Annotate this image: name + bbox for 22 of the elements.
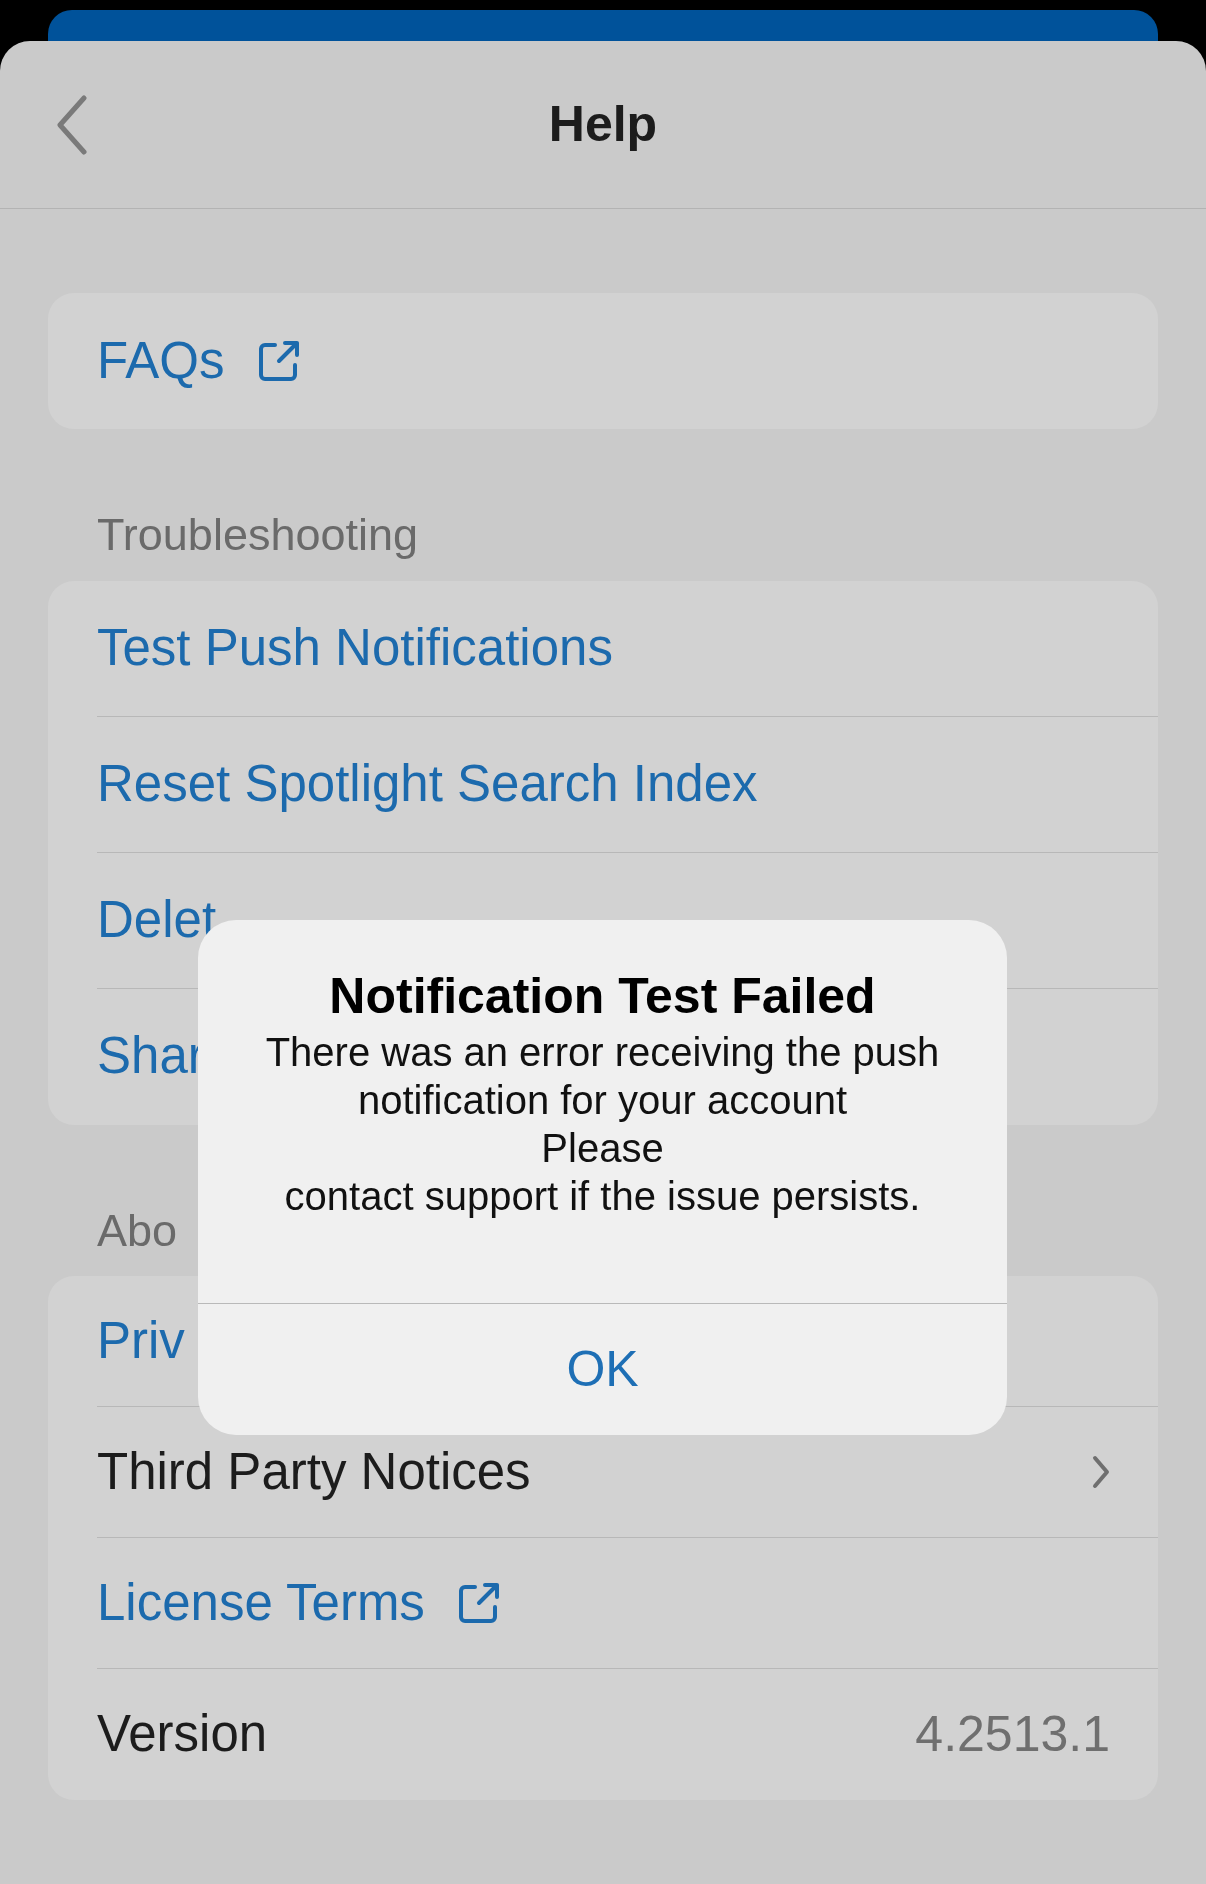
link-label: FAQs (97, 330, 225, 391)
external-link-row[interactable]: FAQs (97, 293, 1158, 429)
row-label: Version (97, 1704, 269, 1765)
link-label: Priv (97, 1310, 185, 1371)
link-label: License Terms (97, 1572, 425, 1633)
external-link-icon (456, 1581, 501, 1625)
link-row[interactable]: Test Push Notifications (97, 580, 1158, 717)
section-header: Abo (96, 1203, 178, 1258)
alert-message: There was an error receiving the push notification for your account Please contact support if the issue persists. (265, 1029, 940, 1220)
back-icon (56, 95, 88, 155)
link-label: Reset Spotlight Search Index (97, 753, 758, 814)
link-row[interactable]: Reset Spotlight Search Index (97, 716, 1158, 853)
row-label: Third Party Notices (97, 1441, 532, 1502)
screen-title: Help (548, 95, 658, 154)
external-link-row[interactable]: License Terms (97, 1538, 1158, 1669)
alert-title: Notification Test Failed (329, 967, 876, 1026)
link-label: Delet (97, 889, 217, 950)
version-value: 4.2513.1 (915, 1705, 1110, 1764)
chevron-right-icon (1092, 1455, 1110, 1489)
external-link-icon (256, 339, 301, 383)
link-label: Test Push Notifications (97, 617, 613, 678)
section-header: Troubleshooting (96, 508, 419, 562)
